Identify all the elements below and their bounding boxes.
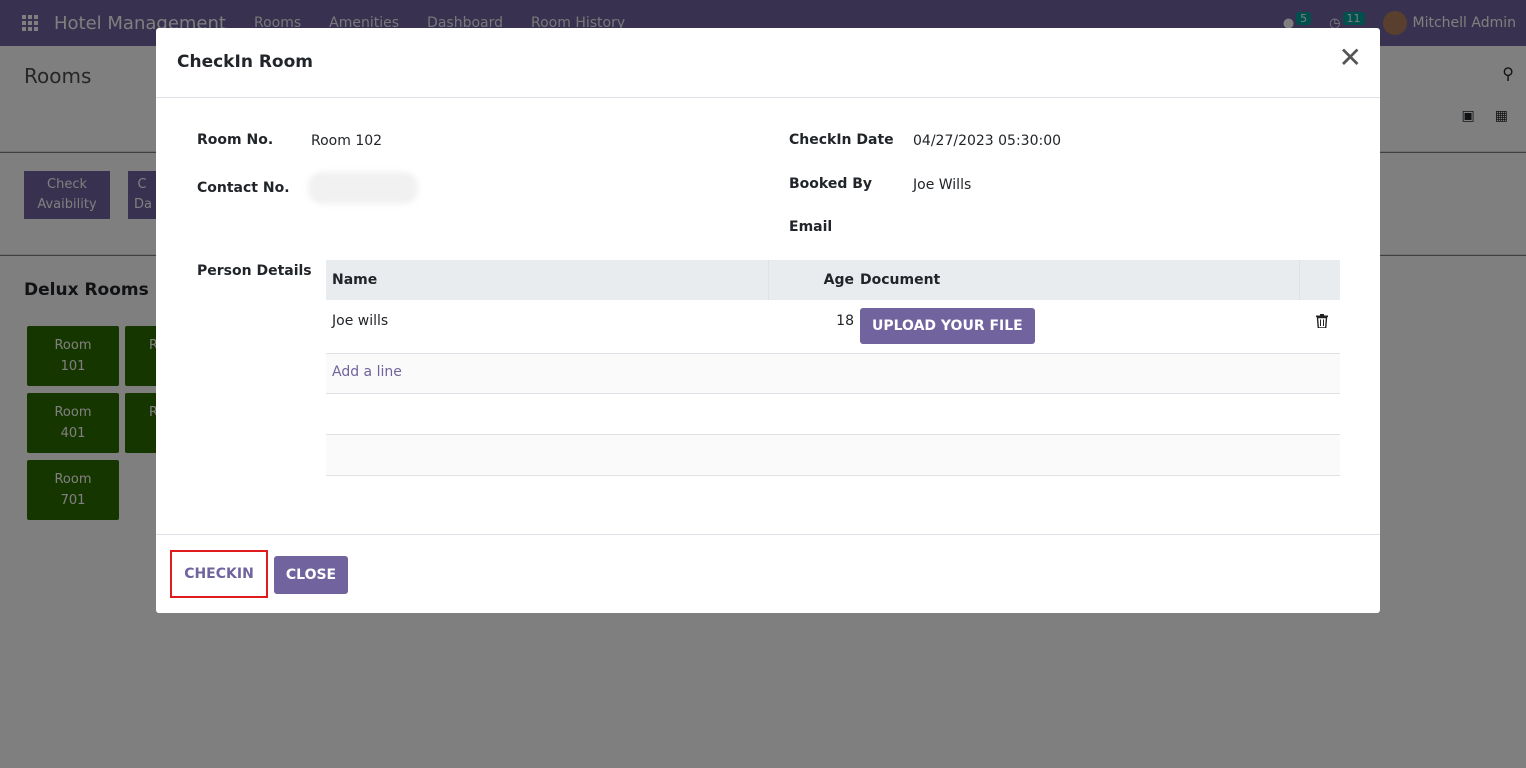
contact-no-label: Contact No. bbox=[197, 180, 290, 196]
checkin-button[interactable]: CHECKIN bbox=[170, 550, 268, 598]
column-age[interactable]: Age bbox=[768, 260, 858, 300]
modal-header: CheckIn Room ✕ bbox=[156, 28, 1380, 98]
room-no-label: Room No. bbox=[197, 132, 274, 148]
booked-by-field[interactable]: Joe Wills bbox=[913, 177, 971, 193]
column-name[interactable]: Name bbox=[326, 272, 768, 288]
document-cell: UPLOAD YOUR FILE bbox=[858, 300, 1300, 344]
trash-icon[interactable] bbox=[1316, 314, 1328, 328]
add-line-link[interactable]: Add a line bbox=[326, 354, 1340, 394]
table-header: Name Age Document bbox=[326, 260, 1340, 300]
table-row[interactable]: Joe wills 18 UPLOAD YOUR FILE bbox=[326, 300, 1340, 354]
checkin-date-field[interactable]: 04/27/2023 05:30:00 bbox=[913, 133, 1061, 149]
close-button[interactable]: CLOSE bbox=[274, 556, 348, 594]
close-icon[interactable]: ✕ bbox=[1339, 44, 1362, 72]
email-label: Email bbox=[789, 219, 833, 235]
contact-no-field[interactable] bbox=[308, 172, 418, 204]
column-document[interactable]: Document bbox=[858, 260, 1300, 300]
booked-by-label: Booked By bbox=[789, 176, 873, 192]
empty-row bbox=[326, 394, 1340, 435]
room-no-field[interactable]: Room 102 bbox=[311, 133, 382, 149]
checkin-date-label: CheckIn Date bbox=[789, 132, 894, 148]
modal-footer: CHECKIN CLOSE bbox=[156, 534, 1380, 613]
person-name-cell[interactable]: Joe wills bbox=[326, 300, 768, 329]
person-details-label: Person Details bbox=[197, 263, 312, 279]
upload-file-button[interactable]: UPLOAD YOUR FILE bbox=[860, 308, 1035, 344]
person-age-cell[interactable]: 18 bbox=[768, 300, 858, 329]
modal-title: CheckIn Room bbox=[177, 52, 313, 72]
empty-row bbox=[326, 435, 1340, 476]
person-details-table: Name Age Document Joe wills 18 UPLOAD YO… bbox=[326, 260, 1340, 476]
checkin-room-dialog: CheckIn Room ✕ Room No. Room 102 Contact… bbox=[156, 28, 1380, 613]
